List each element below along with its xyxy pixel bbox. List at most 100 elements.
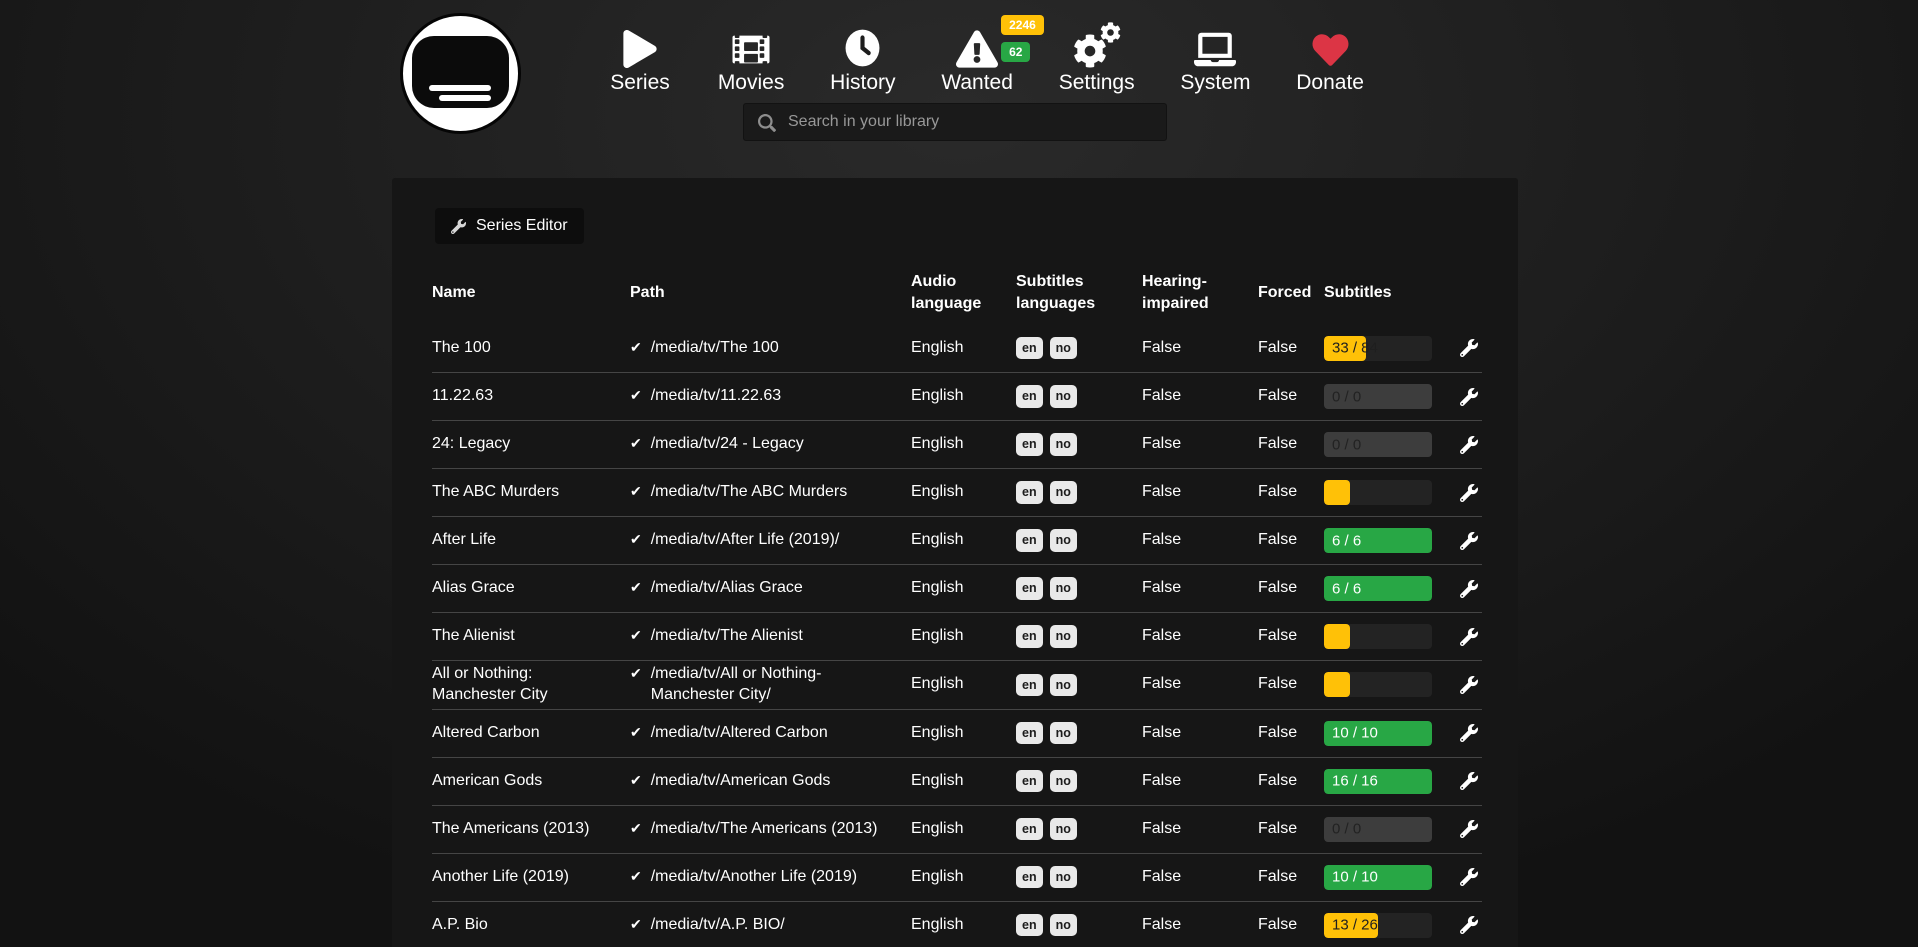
edit-series-button[interactable] [1455, 916, 1488, 934]
series-name[interactable]: 11.22.63 [432, 386, 630, 407]
series-name[interactable]: Altered Carbon [432, 723, 630, 744]
check-icon: ✔ [630, 578, 642, 596]
edit-series-button[interactable] [1455, 436, 1488, 454]
audio-language: English [911, 482, 1016, 503]
progress-fill [1324, 672, 1350, 697]
forced-flag: False [1258, 386, 1324, 407]
series-path: ✔ /media/tv/The 100 [630, 338, 911, 359]
series-name[interactable]: The ABC Murders [432, 482, 630, 503]
table-row: American Gods ✔ /media/tv/American Gods … [432, 757, 1482, 805]
nav-settings[interactable]: Settings [1059, 18, 1135, 95]
column-header-audio-language: Audio language [911, 271, 1016, 314]
series-name[interactable]: The 100 [432, 338, 630, 359]
clock-icon [844, 18, 881, 68]
series-panel: Series Editor Name Path Audio language S… [392, 178, 1518, 947]
progress-label: 0 / 0 [1332, 387, 1361, 407]
forced-flag: False [1258, 530, 1324, 551]
edit-series-button[interactable] [1455, 628, 1488, 646]
app-logo[interactable] [400, 13, 521, 134]
check-icon: ✔ [630, 771, 642, 789]
series-path-text: /media/tv/Alias Grace [651, 578, 803, 599]
progress-label: 6 / 6 [1332, 579, 1361, 599]
series-path-text: /media/tv/Altered Carbon [651, 723, 828, 744]
series-name[interactable]: American Gods [432, 771, 630, 792]
series-name[interactable]: After Life [432, 530, 630, 551]
table-row: The 100 ✔ /media/tv/The 100 English enno… [432, 324, 1482, 372]
nav-system[interactable]: System [1180, 18, 1250, 95]
hearing-impaired: False [1142, 530, 1258, 551]
subtitles-progress [1324, 480, 1432, 505]
hearing-impaired: False [1142, 386, 1258, 407]
series-name[interactable]: All or Nothing: Manchester City [432, 664, 630, 706]
subtitles-progress: 10 / 10 [1324, 721, 1432, 746]
nav-donate[interactable]: Donate [1296, 18, 1364, 95]
table-header: Name Path Audio language Subtitles langu… [432, 262, 1482, 324]
series-editor-button[interactable]: Series Editor [435, 208, 584, 244]
audio-language: English [911, 434, 1016, 455]
series-path-text: /media/tv/The ABC Murders [651, 482, 848, 503]
subtitles-languages: enno [1016, 674, 1142, 697]
nav-series[interactable]: Series [608, 18, 672, 95]
edit-series-button[interactable] [1455, 676, 1488, 694]
language-badge: no [1050, 577, 1077, 600]
series-name[interactable]: A.P. Bio [432, 915, 630, 936]
column-header-hearing-impaired: Hearing-impaired [1142, 271, 1258, 314]
subtitles-progress: 33 / 84 [1324, 336, 1432, 361]
series-path: ✔ /media/tv/Another Life (2019) [630, 867, 911, 888]
subtitles-progress: 6 / 6 [1324, 528, 1432, 553]
language-badge: en [1016, 481, 1043, 504]
forced-flag: False [1258, 626, 1324, 647]
language-badge: no [1050, 433, 1077, 456]
subtitles-progress: 10 / 10 [1324, 865, 1432, 890]
subtitles-languages: enno [1016, 866, 1142, 889]
column-header-name: Name [432, 283, 630, 304]
audio-language: English [911, 819, 1016, 840]
nav-label-wanted: Wanted [941, 71, 1013, 95]
subtitles-languages: enno [1016, 529, 1142, 552]
edit-series-button[interactable] [1455, 724, 1488, 742]
edit-series-button[interactable] [1455, 868, 1488, 886]
table-row: The Alienist ✔ /media/tv/The Alienist En… [432, 612, 1482, 660]
column-header-subtitles-languages: Subtitles languages [1016, 271, 1142, 314]
hearing-impaired: False [1142, 338, 1258, 359]
check-icon: ✔ [630, 867, 642, 885]
wrench-icon [1460, 484, 1478, 502]
series-name[interactable]: 24: Legacy [432, 434, 630, 455]
language-badge: no [1050, 818, 1077, 841]
subtitles-progress [1324, 624, 1432, 649]
nav-history[interactable]: History [830, 18, 895, 95]
table-row: The Americans (2013) ✔ /media/tv/The Ame… [432, 805, 1482, 853]
series-path: ✔ /media/tv/11.22.63 [630, 386, 911, 407]
edit-series-button[interactable] [1455, 772, 1488, 790]
subtitles-progress: 0 / 0 [1324, 432, 1432, 457]
check-icon: ✔ [630, 915, 642, 933]
series-path-text: /media/tv/After Life (2019)/ [651, 530, 840, 551]
nav-label-donate: Donate [1296, 71, 1364, 95]
subtitle-line-2 [439, 95, 491, 101]
edit-series-button[interactable] [1455, 580, 1488, 598]
edit-series-button[interactable] [1455, 484, 1488, 502]
table-row: Alias Grace ✔ /media/tv/Alias Grace Engl… [432, 564, 1482, 612]
nav-movies[interactable]: Movies [718, 18, 785, 95]
nav-label-series: Series [610, 71, 670, 95]
nav-wanted[interactable]: 2246 62 Wanted [941, 18, 1013, 95]
series-name[interactable]: Another Life (2019) [432, 867, 630, 888]
subtitles-languages: enno [1016, 818, 1142, 841]
series-name[interactable]: The Alienist [432, 626, 630, 647]
language-badge: no [1050, 866, 1077, 889]
series-name[interactable]: The Americans (2013) [432, 819, 630, 840]
edit-series-button[interactable] [1455, 388, 1488, 406]
audio-language: English [911, 338, 1016, 359]
progress-label: 10 / 10 [1332, 723, 1378, 743]
edit-series-button[interactable] [1455, 820, 1488, 838]
language-badge: en [1016, 770, 1043, 793]
audio-language: English [911, 674, 1016, 695]
series-name[interactable]: Alias Grace [432, 578, 630, 599]
edit-series-button[interactable] [1455, 532, 1488, 550]
wrench-icon [451, 219, 466, 234]
edit-series-button[interactable] [1455, 339, 1488, 357]
progress-label: 16 / 16 [1332, 771, 1378, 791]
subtitles-languages: enno [1016, 337, 1142, 360]
forced-flag: False [1258, 915, 1324, 936]
search-input[interactable] [744, 104, 1166, 140]
